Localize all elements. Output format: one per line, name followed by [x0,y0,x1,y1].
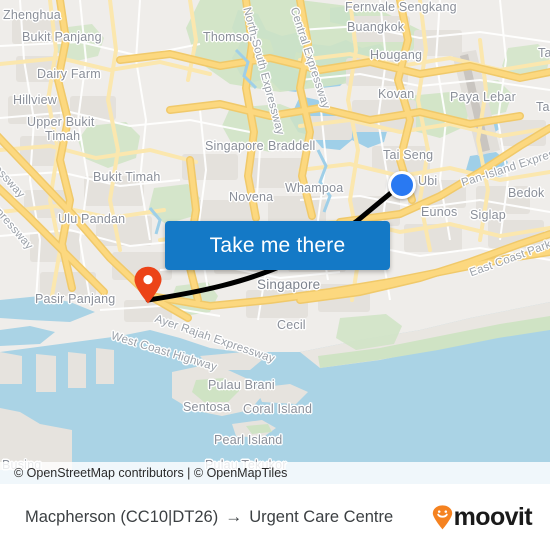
moovit-route-card: Zhenghua Bukit Panjang Dairy Farm Hillview U… [0,0,550,550]
take-me-there-button[interactable]: Take me there [165,221,390,270]
moovit-wordmark: moovit [453,502,533,531]
origin-marker-pin[interactable] [133,266,163,304]
destination-marker-dot[interactable] [388,171,416,199]
map-attribution-text: © OpenStreetMap contributors | © OpenMap… [14,466,288,480]
map-attribution-bar: © OpenStreetMap contributors | © OpenMap… [0,462,550,484]
map-canvas[interactable]: Zhenghua Bukit Panjang Dairy Farm Hillview U… [0,0,550,484]
route-footer: Macpherson (CC10|DT26) → Urgent Care Cen… [0,484,550,550]
arrow-right-icon: → [225,507,243,526]
route-origin-label: Macpherson (CC10|DT26) [25,507,219,526]
route-destination-label: Urgent Care Centre [249,507,394,526]
moovit-logo: moovit [432,502,533,532]
route-summary: Macpherson (CC10|DT26) → Urgent Care Cen… [25,507,393,527]
take-me-there-label: Take me there [209,233,346,257]
moovit-pin-icon [432,504,453,530]
